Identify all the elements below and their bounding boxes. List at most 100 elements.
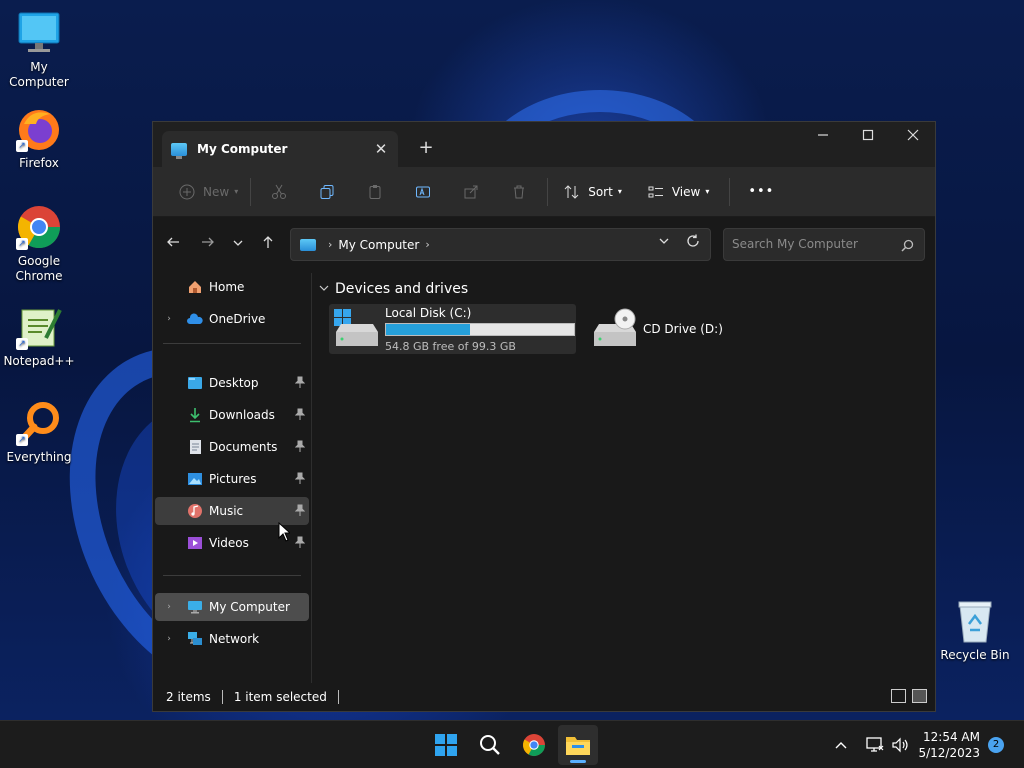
pin-icon[interactable] — [294, 472, 306, 487]
clock-date: 5/12/2023 — [918, 746, 980, 760]
trash-icon — [514, 185, 525, 198]
selection-count: 1 item selected — [233, 690, 327, 704]
search-icon — [480, 735, 500, 755]
cut-button[interactable] — [255, 176, 303, 208]
share-icon — [464, 185, 478, 198]
chevron-down-icon — [319, 283, 329, 296]
desktop-icon-firefox[interactable]: ↗ Firefox — [0, 106, 78, 171]
refresh-icon — [687, 234, 699, 247]
expand-chevron-icon[interactable]: › — [159, 634, 179, 644]
maximize-button[interactable] — [845, 122, 891, 152]
clock[interactable]: 12:54 AM 5/12/2023 — [918, 729, 980, 761]
desktop-icon-chrome[interactable]: ↗ Google Chrome — [0, 204, 78, 284]
desktop-icon-recycle-bin[interactable]: Recycle Bin — [936, 598, 1014, 663]
shortcut-arrow-icon: ↗ — [16, 238, 28, 250]
share-button[interactable] — [447, 176, 495, 208]
new-tab-button[interactable]: + — [411, 134, 441, 162]
chrome-icon — [523, 734, 545, 756]
pin-icon[interactable] — [294, 440, 306, 455]
sidebar-item-downloads[interactable]: Downloads — [155, 401, 309, 429]
sidebar-item-music[interactable]: Music — [155, 497, 309, 525]
search-box[interactable] — [723, 228, 925, 261]
up-button[interactable] — [253, 229, 283, 259]
chevron-up-icon — [835, 742, 847, 749]
search-input[interactable] — [724, 229, 894, 251]
notification-badge[interactable]: 2 — [988, 737, 1004, 753]
sidebar-item-desktop[interactable]: Desktop — [155, 369, 309, 397]
breadcrumb-my-computer[interactable]: My Computer — [338, 238, 419, 252]
desktop-icon-everything[interactable]: ↗ Everything — [0, 400, 78, 465]
close-window-button[interactable] — [890, 122, 936, 152]
sidebar-item-network[interactable]: › Network — [155, 625, 309, 653]
large-icons-view-icon[interactable] — [912, 689, 927, 703]
view-toggle — [891, 689, 927, 703]
paste-button[interactable] — [351, 176, 399, 208]
drive-usage-bar — [385, 322, 575, 336]
sort-button[interactable]: Sort ▾ — [556, 176, 630, 208]
explorer-window: My Computer ✕ + New ▾ Sort ▾ View ▾ ••• … — [152, 121, 936, 712]
download-icon — [187, 407, 203, 423]
shortcut-arrow-icon: ↗ — [16, 140, 28, 152]
back-button[interactable] — [158, 229, 188, 259]
pin-icon[interactable] — [294, 408, 306, 423]
breadcrumb-chevron-icon[interactable]: › — [425, 238, 429, 251]
taskbar-chrome-button[interactable] — [514, 725, 554, 765]
pin-icon[interactable] — [294, 536, 306, 551]
desktop-icon-notepadpp[interactable]: ↗ Notepad++ — [0, 304, 78, 369]
view-button[interactable]: View ▾ — [640, 176, 718, 208]
sidebar-item-pictures[interactable]: Pictures — [155, 465, 309, 493]
minimize-button[interactable] — [800, 122, 846, 152]
sidebar-item-onedrive[interactable]: › OneDrive — [155, 305, 309, 333]
expand-chevron-icon[interactable]: › — [159, 602, 179, 612]
rename-icon — [416, 186, 431, 197]
address-bar[interactable]: › My Computer › — [290, 228, 711, 261]
group-header-label: Devices and drives — [335, 281, 469, 297]
status-bar: 2 items 1 item selected — [153, 683, 935, 711]
forward-button[interactable] — [193, 229, 223, 259]
toolbar-separator — [729, 177, 731, 206]
drive-usage-fill — [386, 323, 471, 335]
rename-button[interactable] — [399, 176, 447, 208]
sidebar-item-label: Downloads — [209, 408, 275, 422]
sidebar-item-label: Documents — [209, 440, 278, 454]
close-tab-icon[interactable]: ✕ — [368, 136, 394, 162]
title-bar: My Computer ✕ + — [153, 122, 935, 167]
group-header-devices[interactable]: Devices and drives — [319, 281, 468, 297]
explorer-body: Home › OneDrive Desktop Downloads Docume… — [153, 273, 935, 683]
sidebar-item-documents[interactable]: Documents — [155, 433, 309, 461]
hard-drive-icon — [333, 308, 379, 350]
taskbar: 12:54 AM 5/12/2023 2 — [0, 720, 1024, 768]
address-history-dropdown[interactable] — [658, 235, 670, 250]
tray-overflow-button[interactable] — [834, 721, 848, 768]
drive-cd-drive-d[interactable]: CD Drive (D:) — [587, 304, 737, 354]
drive-local-disk-c[interactable]: Local Disk (C:) 54.8 GB free of 99.3 GB — [329, 304, 576, 354]
pin-icon[interactable] — [294, 504, 306, 519]
copy-button[interactable] — [303, 176, 351, 208]
more-options-button[interactable]: ••• — [740, 176, 782, 208]
monitor-icon — [16, 10, 62, 56]
details-view-icon[interactable] — [891, 689, 906, 703]
item-count: 2 items — [166, 690, 211, 704]
sidebar-item-my-computer[interactable]: › My Computer — [155, 593, 309, 621]
network-status-button[interactable] — [866, 721, 884, 768]
sort-icon — [564, 184, 579, 199]
pin-icon[interactable] — [294, 376, 306, 391]
taskbar-search-button[interactable] — [470, 725, 510, 765]
breadcrumb-chevron-icon: › — [328, 238, 333, 251]
taskbar-file-explorer-button[interactable] — [558, 725, 598, 765]
expand-chevron-icon[interactable]: › — [159, 314, 179, 324]
refresh-button[interactable] — [686, 234, 700, 252]
start-button[interactable] — [426, 725, 466, 765]
tab-my-computer[interactable]: My Computer ✕ — [162, 131, 398, 167]
new-button[interactable]: New ▾ — [171, 176, 246, 208]
drive-name: Local Disk (C:) — [385, 305, 472, 320]
monitor-icon — [171, 142, 187, 159]
sidebar-item-home[interactable]: Home — [155, 273, 309, 301]
volume-button[interactable] — [892, 721, 910, 768]
desktop-icon-my-computer[interactable]: My Computer — [0, 10, 78, 90]
search-icon[interactable] — [901, 237, 914, 256]
recent-locations-button[interactable] — [223, 229, 253, 259]
delete-button[interactable] — [495, 176, 543, 208]
network-icon — [866, 737, 884, 752]
cd-drive-icon — [591, 308, 637, 350]
